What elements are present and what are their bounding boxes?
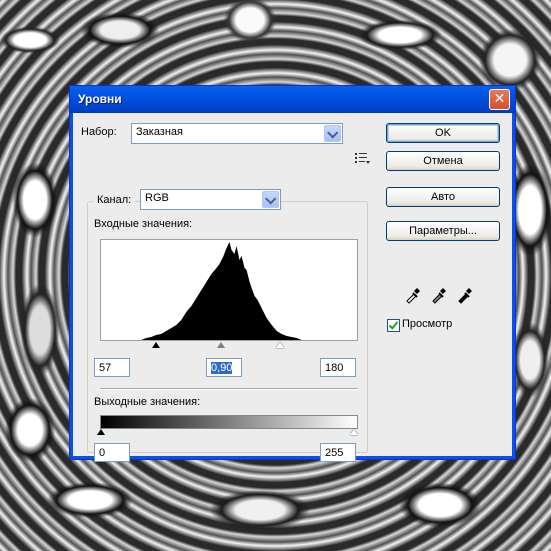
output-black-slider[interactable] (97, 429, 105, 435)
output-white-field[interactable]: 255 (320, 443, 356, 462)
output-white-value: 255 (325, 447, 344, 459)
input-white-value: 180 (325, 362, 344, 374)
chevron-down-icon[interactable] (262, 191, 279, 208)
preview-label: Просмотр (402, 318, 453, 330)
channel-select[interactable]: RGB (140, 189, 281, 210)
input-levels-label: Входные значения: (94, 218, 193, 230)
output-white-slider[interactable] (350, 429, 358, 435)
chevron-down-icon[interactable] (324, 125, 341, 142)
input-black-slider[interactable] (152, 342, 160, 348)
histogram (100, 239, 358, 341)
list-menu-icon[interactable] (354, 151, 370, 165)
input-gamma-value: 0,90 (211, 362, 233, 374)
dialog-title: Уровни (78, 92, 122, 106)
output-black-field[interactable]: 0 (94, 443, 130, 462)
gray-eyedropper-icon[interactable] (430, 286, 448, 304)
input-white-slider[interactable] (276, 342, 284, 348)
options-button[interactable]: Параметры... (386, 221, 500, 241)
levels-dialog: Уровни ✕ Набор: Заказная OK Отмена Авто … (69, 85, 516, 462)
preview-checkbox[interactable] (387, 319, 400, 332)
black-eyedropper-icon[interactable] (404, 286, 422, 304)
channel-value: RGB (145, 192, 169, 204)
output-gradient (100, 415, 358, 429)
preset-value: Заказная (136, 126, 184, 138)
divider (100, 388, 358, 390)
output-black-value: 0 (99, 447, 106, 459)
channel-label: Канал: (93, 194, 136, 206)
input-white-field[interactable]: 180 (320, 358, 356, 377)
histogram-area (141, 242, 302, 340)
ok-button[interactable]: OK (386, 123, 500, 143)
preset-select[interactable]: Заказная (131, 123, 343, 144)
input-black-value: 57 (99, 362, 112, 374)
dialog-body: Набор: Заказная OK Отмена Авто Параметры… (73, 113, 512, 462)
cancel-button[interactable]: Отмена (386, 151, 500, 171)
output-levels-label: Выходные значения: (94, 396, 201, 408)
preset-label: Набор: (81, 126, 117, 138)
close-button[interactable]: ✕ (489, 89, 510, 110)
input-black-field[interactable]: 57 (94, 358, 130, 377)
auto-button[interactable]: Авто (386, 187, 500, 207)
white-eyedropper-icon[interactable] (456, 286, 474, 304)
input-gamma-field[interactable]: 0,90 (206, 358, 242, 377)
title-bar[interactable]: Уровни ✕ (70, 86, 515, 113)
input-gamma-slider[interactable] (217, 342, 225, 348)
